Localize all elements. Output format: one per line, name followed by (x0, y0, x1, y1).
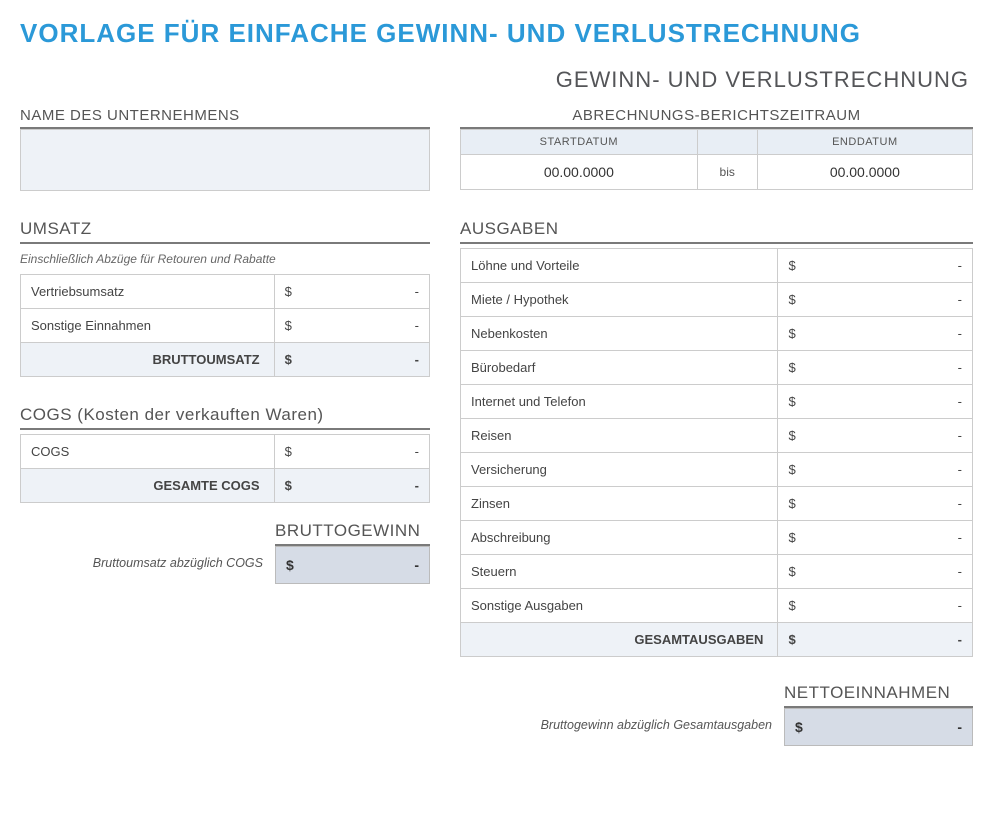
revenue-table: Vertriebsumsatz $- Sonstige Einnahmen $-… (20, 274, 430, 377)
table-row: Löhne und Vorteile$- (461, 249, 973, 283)
row-amount[interactable]: $- (778, 317, 973, 351)
row-amount[interactable]: $- (778, 351, 973, 385)
start-date-header: STARTDATUM (461, 130, 698, 155)
revenue-total-row: BRUTTOUMSATZ $- (21, 343, 430, 377)
row-label: Miete / Hypothek (461, 283, 778, 317)
gross-profit-title: BRUTTOGEWINN (275, 521, 430, 546)
row-amount[interactable]: $- (778, 283, 973, 317)
cogs-title: COGS (Kosten der verkauften Waren) (20, 405, 430, 430)
cogs-total-row: GESAMTE COGS $- (21, 469, 430, 503)
table-row: Steuern$- (461, 555, 973, 589)
end-date-header: ENDDATUM (757, 130, 972, 155)
period-table: STARTDATUM ENDDATUM 00.00.0000 bis 00.00… (460, 129, 973, 190)
row-label: Löhne und Vorteile (461, 249, 778, 283)
total-label: BRUTTOUMSATZ (21, 343, 275, 377)
gross-profit-note: Bruttoumsatz abzüglich COGS (20, 546, 275, 584)
row-amount[interactable]: $- (778, 453, 973, 487)
table-row: Nebenkosten$- (461, 317, 973, 351)
net-income-note: Bruttogewinn abzüglich Gesamtausgaben (460, 708, 784, 746)
table-row: Zinsen$- (461, 487, 973, 521)
gross-profit-value: $- (275, 546, 430, 584)
row-amount[interactable]: $- (778, 419, 973, 453)
table-row: COGS $- (21, 435, 430, 469)
start-date-input[interactable]: 00.00.0000 (461, 155, 698, 190)
row-amount[interactable]: $- (274, 275, 429, 309)
period-label: ABRECHNUNGS-BERICHTSZEITRAUM (460, 107, 973, 129)
row-label: Vertriebsumsatz (21, 275, 275, 309)
row-label: COGS (21, 435, 275, 469)
row-label: Reisen (461, 419, 778, 453)
row-amount[interactable]: $- (778, 487, 973, 521)
row-amount[interactable]: $- (778, 589, 973, 623)
expenses-table: Löhne und Vorteile$- Miete / Hypothek$- … (460, 248, 973, 657)
table-row: Sonstige Ausgaben$- (461, 589, 973, 623)
row-amount[interactable]: $- (778, 521, 973, 555)
page-subtitle: GEWINN- UND VERLUSTRECHNUNG (20, 67, 973, 93)
table-row: Miete / Hypothek$- (461, 283, 973, 317)
total-amount: $- (274, 469, 429, 503)
table-row: Internet und Telefon$- (461, 385, 973, 419)
row-label: Nebenkosten (461, 317, 778, 351)
table-row: Versicherung$- (461, 453, 973, 487)
total-label: GESAMTAUSGABEN (461, 623, 778, 657)
revenue-title: UMSATZ (20, 219, 430, 244)
period-spacer-header (697, 130, 757, 155)
row-amount[interactable]: $- (778, 385, 973, 419)
row-amount[interactable]: $- (778, 555, 973, 589)
revenue-note: Einschließlich Abzüge für Retouren und R… (20, 252, 430, 266)
expenses-total-row: GESAMTAUSGABEN $- (461, 623, 973, 657)
total-label: GESAMTE COGS (21, 469, 275, 503)
row-label: Bürobedarf (461, 351, 778, 385)
net-income-value: $- (784, 708, 973, 746)
expenses-title: AUSGABEN (460, 219, 973, 244)
row-label: Zinsen (461, 487, 778, 521)
table-row: Vertriebsumsatz $- (21, 275, 430, 309)
row-amount[interactable]: $- (778, 249, 973, 283)
row-label: Sonstige Ausgaben (461, 589, 778, 623)
row-amount[interactable]: $- (274, 309, 429, 343)
total-amount: $- (274, 343, 429, 377)
row-amount[interactable]: $- (274, 435, 429, 469)
net-income-title: NETTOEINNAHMEN (784, 683, 973, 708)
row-label: Internet und Telefon (461, 385, 778, 419)
cogs-table: COGS $- GESAMTE COGS $- (20, 434, 430, 503)
table-row: Reisen$- (461, 419, 973, 453)
table-row: Bürobedarf$- (461, 351, 973, 385)
row-label: Sonstige Einnahmen (21, 309, 275, 343)
company-name-input[interactable] (20, 129, 430, 191)
period-bis: bis (697, 155, 757, 190)
row-label: Abschreibung (461, 521, 778, 555)
table-row: Sonstige Einnahmen $- (21, 309, 430, 343)
row-label: Versicherung (461, 453, 778, 487)
total-amount: $- (778, 623, 973, 657)
end-date-input[interactable]: 00.00.0000 (757, 155, 972, 190)
row-label: Steuern (461, 555, 778, 589)
company-label: NAME DES UNTERNEHMENS (20, 107, 430, 129)
table-row: Abschreibung$- (461, 521, 973, 555)
page-title: VORLAGE FÜR EINFACHE GEWINN- UND VERLUST… (20, 18, 973, 49)
